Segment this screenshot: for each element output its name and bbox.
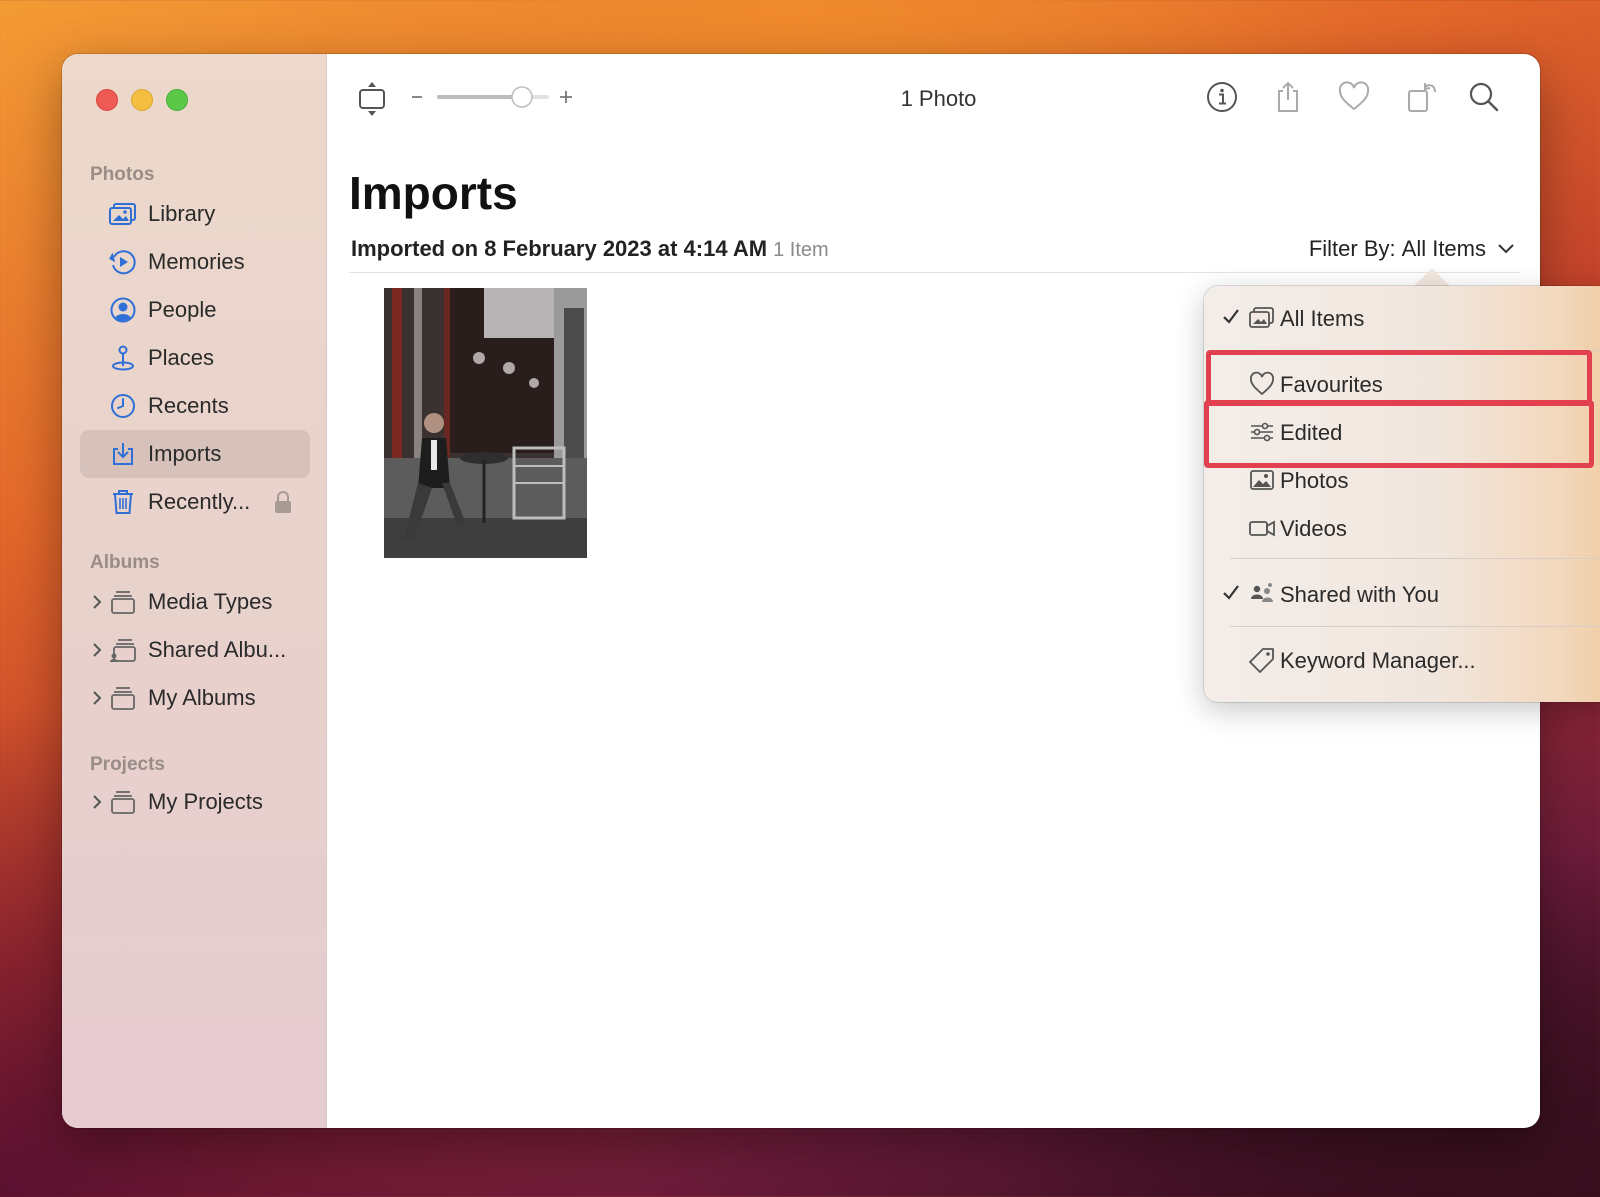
- sidebar-item-label: My Projects: [148, 789, 263, 814]
- sidebar-item-my-projects[interactable]: My Projects: [80, 778, 310, 826]
- info-icon[interactable]: [1205, 80, 1239, 114]
- album-stack-icon: [108, 683, 138, 713]
- recents-icon: [108, 391, 138, 421]
- album-stack-icon: [108, 587, 138, 617]
- menu-separator: [1230, 626, 1600, 627]
- sidebar-item-label: Library: [148, 201, 216, 226]
- checkmark-icon: [1222, 583, 1240, 603]
- menu-item-all-items[interactable]: All Items: [1204, 294, 1600, 342]
- sidebar-item-library[interactable]: Library: [80, 190, 310, 238]
- menu-item-keyword-manager[interactable]: Keyword Manager...: [1204, 636, 1600, 684]
- page-title: Imports: [349, 167, 518, 219]
- imports-icon: [108, 439, 138, 469]
- tag-icon: [1248, 646, 1276, 674]
- sidebar-item-label: Shared Albu...: [148, 637, 287, 662]
- menu-item-label: Photos: [1280, 468, 1349, 493]
- sidebar-item-label: People: [148, 297, 217, 322]
- video-camera-icon: [1248, 514, 1276, 542]
- menu-item-label: Keyword Manager...: [1280, 648, 1476, 673]
- sidebar-item-my-albums[interactable]: My Albums: [80, 674, 310, 722]
- sidebar-item-label: Recently...: [148, 489, 251, 514]
- import-date-text: Imported on 8 February 2023 at 4:14 AM: [351, 236, 768, 261]
- highlight-box-favourites: [1206, 350, 1592, 406]
- toolbar: 1 Photo: [327, 54, 1540, 144]
- section-title-albums: Albums: [90, 552, 160, 573]
- places-icon: [108, 343, 138, 373]
- section-title-projects: Projects: [90, 754, 165, 775]
- shared-album-icon: [108, 635, 138, 665]
- people-icon: [108, 295, 138, 325]
- memories-icon: [108, 247, 138, 277]
- menu-separator: [1230, 558, 1600, 559]
- sidebar-item-recents[interactable]: Recents: [80, 382, 310, 430]
- library-icon: [108, 199, 138, 229]
- item-count: 1 Item: [773, 239, 829, 261]
- menu-item-label: Shared with You: [1280, 582, 1440, 607]
- sidebar-item-shared-albums[interactable]: Shared Albu...: [80, 626, 310, 674]
- checkmark-icon: [1222, 307, 1240, 327]
- filter-by-label: Filter By:: [1308, 236, 1396, 261]
- sidebar-item-places[interactable]: Places: [80, 334, 310, 382]
- photo-thumbnail[interactable]: [384, 288, 587, 558]
- shared-with-you-icon: [1248, 580, 1276, 608]
- sidebar-item-memories[interactable]: Memories: [80, 238, 310, 286]
- sidebar-item-label: Imports: [148, 441, 222, 466]
- menu-item-label: All Items: [1280, 306, 1365, 331]
- rotate-icon[interactable]: [1405, 80, 1439, 114]
- minimize-window-button[interactable]: [131, 89, 153, 111]
- chevron-right-icon[interactable]: [90, 688, 104, 708]
- sidebar-item-label: Media Types: [148, 589, 273, 614]
- trash-icon: [108, 487, 138, 517]
- sidebar-item-people[interactable]: People: [80, 286, 310, 334]
- close-window-button[interactable]: [96, 89, 118, 111]
- all-items-icon: [1248, 304, 1276, 332]
- search-icon[interactable]: [1467, 80, 1501, 114]
- sidebar-item-label: Recents: [148, 393, 229, 418]
- project-stack-icon: [108, 787, 138, 817]
- filter-by-value: All Items: [1401, 236, 1486, 261]
- chevron-right-icon[interactable]: [90, 792, 104, 812]
- menu-item-label: Videos: [1280, 516, 1347, 541]
- photo-icon: [1248, 466, 1276, 494]
- heart-icon[interactable]: [1337, 80, 1371, 114]
- sidebar-item-label: Memories: [148, 249, 245, 274]
- share-icon[interactable]: [1271, 80, 1305, 114]
- sidebar-item-recently-deleted[interactable]: Recently...: [80, 478, 310, 526]
- filter-by-dropdown[interactable]: Filter By: All Items: [1309, 236, 1516, 262]
- filter-menu-arrow: [1412, 268, 1452, 288]
- header-divider: [349, 272, 1520, 273]
- sidebar-item-label: Places: [148, 345, 215, 370]
- menu-item-videos[interactable]: Videos: [1204, 504, 1600, 552]
- highlight-box-edited: [1204, 400, 1594, 468]
- zoom-window-button[interactable]: [166, 89, 188, 111]
- chevron-right-icon[interactable]: [90, 640, 104, 660]
- import-date-heading: Imported on 8 February 2023 at 4:14 AM 1 …: [351, 236, 829, 262]
- chevron-right-icon[interactable]: [90, 592, 104, 612]
- sidebar-item-imports[interactable]: Imports: [80, 430, 310, 478]
- chevron-down-icon: [1496, 236, 1516, 262]
- sidebar: Photos Library Memories People Places Re…: [62, 54, 327, 1128]
- lock-icon: [274, 490, 292, 514]
- menu-item-shared-with-you[interactable]: Shared with You: [1204, 570, 1600, 618]
- filter-menu: All Items Favourites Edited Photos Video…: [1204, 286, 1600, 702]
- sidebar-item-label: My Albums: [148, 685, 256, 710]
- window-controls: [96, 89, 188, 111]
- sidebar-item-media-types[interactable]: Media Types: [80, 578, 310, 626]
- section-title-photos: Photos: [90, 164, 155, 185]
